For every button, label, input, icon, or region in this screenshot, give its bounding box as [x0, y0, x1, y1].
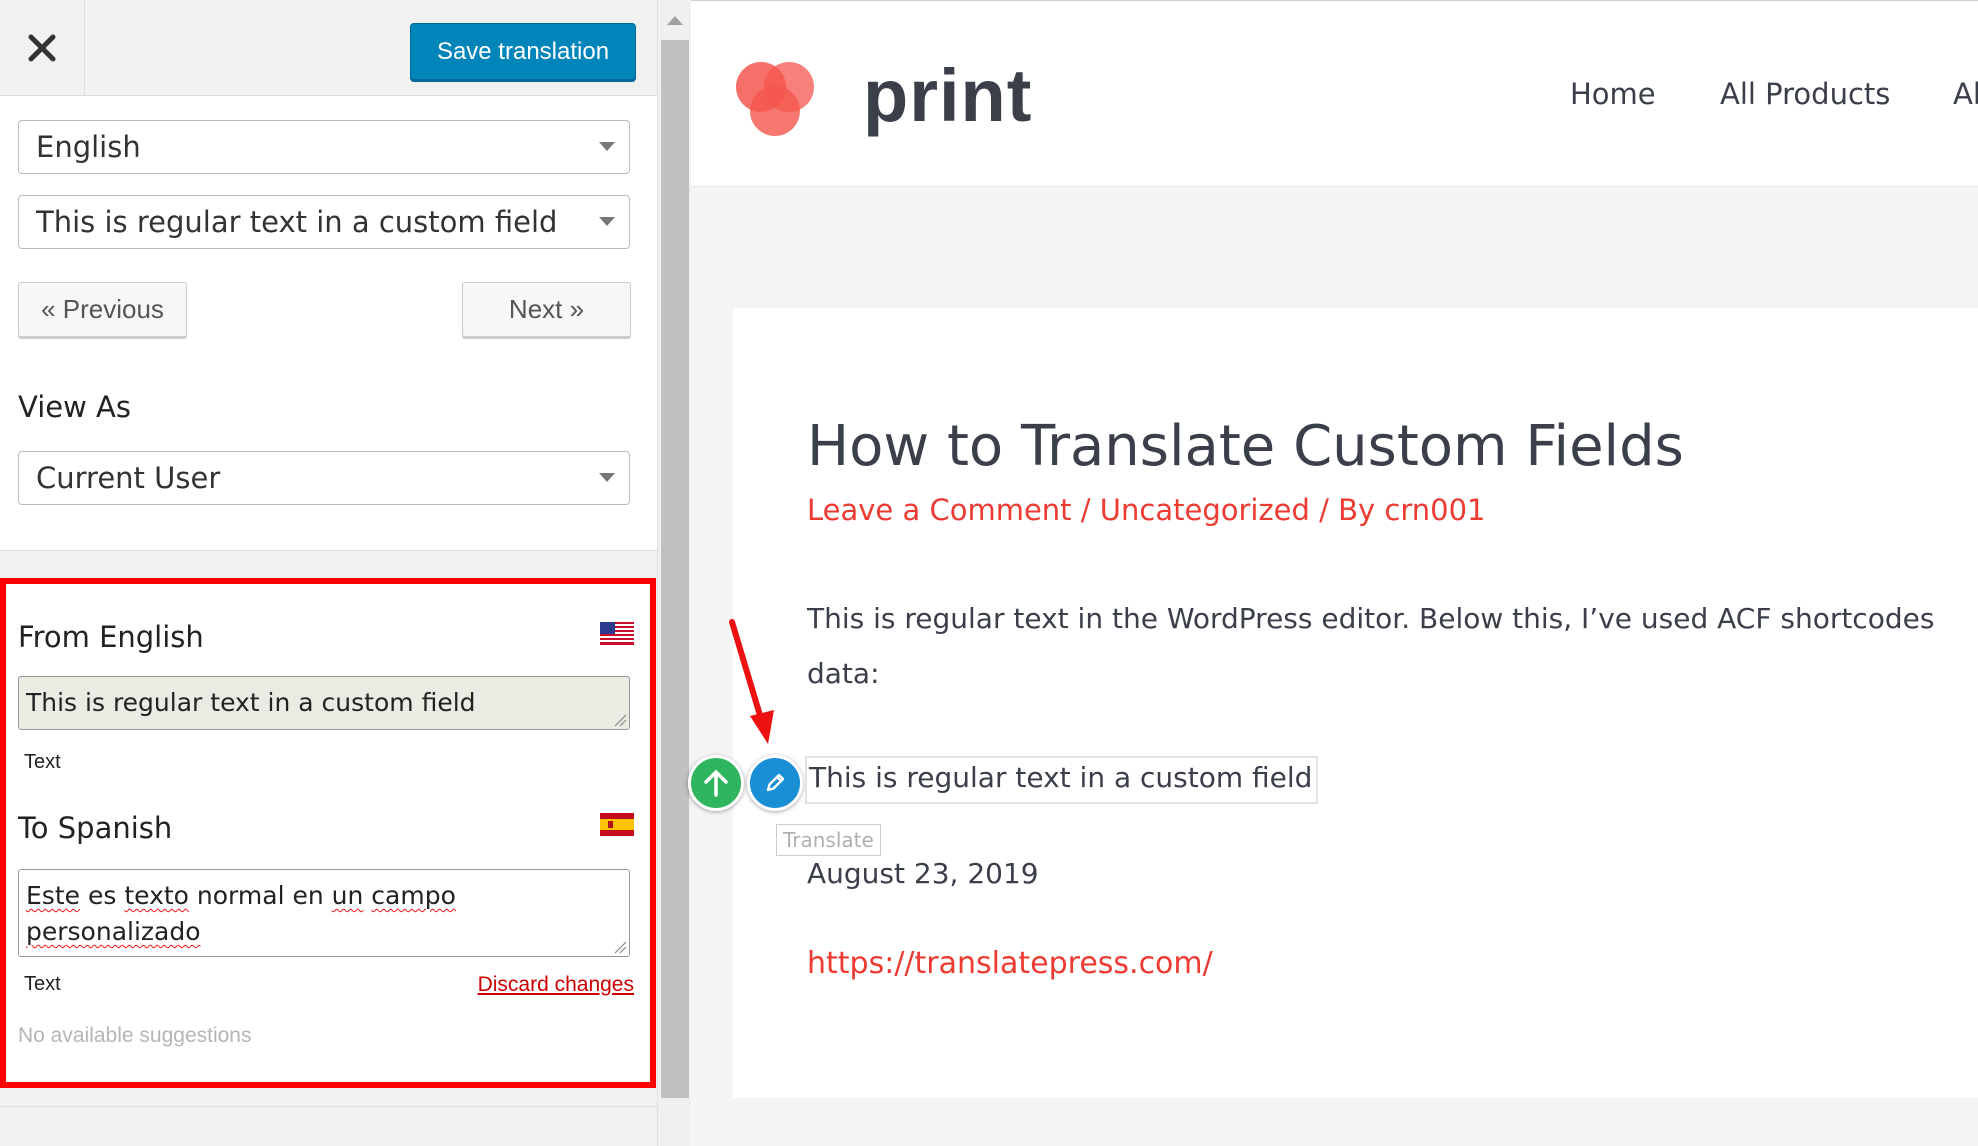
to-language-label: To Spanish [18, 811, 173, 845]
chevron-down-icon [599, 473, 615, 482]
resize-grip-icon[interactable] [613, 940, 627, 954]
source-text: This is regular text in a custom field [26, 688, 476, 717]
us-flag-icon [600, 622, 634, 645]
translation-word: personalizado [26, 917, 201, 946]
sidebar-bottom [0, 1106, 657, 1146]
post-body-line-2: data: [807, 657, 880, 690]
translatepress-link[interactable]: https://translatepress.com/ [807, 946, 1213, 981]
translation-word: un [331, 881, 364, 910]
meta-by: / By [1309, 493, 1385, 527]
nav-truncated-item[interactable]: Al [1953, 77, 1978, 111]
translation-panel: From English This is regular text in a c… [0, 578, 656, 1088]
close-editor-button[interactable] [0, 0, 85, 95]
arrow-up-icon [704, 770, 728, 797]
author-link[interactable]: crn001 [1384, 493, 1485, 527]
scrollbar-thumb[interactable] [661, 40, 689, 1098]
post-date: August 23, 2019 [807, 857, 1039, 890]
view-as-label: View As [18, 390, 131, 424]
string-select[interactable]: This is regular text in a custom field [18, 195, 630, 249]
pencil-icon [766, 773, 785, 792]
app-root: Save translation English This is regular… [0, 0, 1978, 1146]
editor-controls: English This is regular text in a custom… [0, 96, 657, 551]
translation-type-label: Text [24, 973, 61, 995]
language-select-value: English [36, 130, 141, 164]
translation-editor-sidebar: Save translation English This is regular… [0, 0, 657, 1146]
scroll-up-arrow-icon[interactable] [667, 16, 683, 25]
meta-separator: / [1071, 493, 1100, 527]
from-language-label: From English [18, 620, 204, 654]
merge-string-button[interactable] [688, 755, 744, 811]
translate-tooltip: Translate [776, 824, 881, 856]
translation-word: es [80, 881, 125, 910]
resize-grip-icon [614, 714, 627, 727]
translation-text-field[interactable]: Este es texto normal en un campo persona… [18, 869, 630, 957]
nav-home[interactable]: Home [1570, 77, 1656, 111]
post-body-line-1: This is regular text in the WordPress ed… [807, 602, 1935, 635]
translation-word: Este [26, 881, 81, 910]
string-select-value: This is regular text in a custom field [36, 205, 558, 239]
source-type-label: Text [24, 751, 61, 773]
site-preview: print Home All Products Al How to Transl… [688, 0, 1978, 1146]
chevron-down-icon [599, 142, 615, 151]
discard-changes-link[interactable]: Discard changes [478, 973, 634, 997]
next-button[interactable]: Next » [462, 282, 631, 337]
site-logo[interactable]: print [733, 53, 1031, 143]
save-translation-button[interactable]: Save translation [410, 23, 636, 80]
sidebar-scrollbar[interactable] [657, 0, 692, 1146]
translation-word: texto [124, 881, 189, 910]
editor-header: Save translation [0, 0, 657, 96]
post-meta: Leave a Comment / Uncategorized / By crn… [807, 493, 1486, 527]
edit-translation-button[interactable] [747, 755, 803, 811]
annotation-arrow-icon [729, 619, 774, 744]
suggestions-text: No available suggestions [18, 1024, 252, 1047]
view-as-select-value: Current User [36, 461, 221, 495]
source-text-field: This is regular text in a custom field [18, 676, 630, 730]
logo-mark-icon [736, 62, 814, 136]
logo-text: print [863, 54, 1033, 137]
post-title: How to Translate Custom Fields [807, 414, 1684, 479]
previous-button[interactable]: « Previous [18, 282, 187, 337]
translation-word: campo [371, 881, 456, 910]
spain-flag-icon [600, 813, 634, 836]
custom-field-string[interactable]: This is regular text in a custom field [805, 756, 1319, 804]
chevron-down-icon [599, 217, 615, 226]
category-link[interactable]: Uncategorized [1100, 493, 1310, 527]
leave-comment-link[interactable]: Leave a Comment [807, 493, 1072, 527]
nav-all-products[interactable]: All Products [1720, 77, 1890, 111]
site-header: print Home All Products Al [691, 1, 1978, 187]
translation-word: normal en [188, 881, 332, 910]
view-as-select[interactable]: Current User [18, 451, 630, 505]
close-icon [28, 34, 56, 61]
language-select[interactable]: English [18, 120, 630, 174]
